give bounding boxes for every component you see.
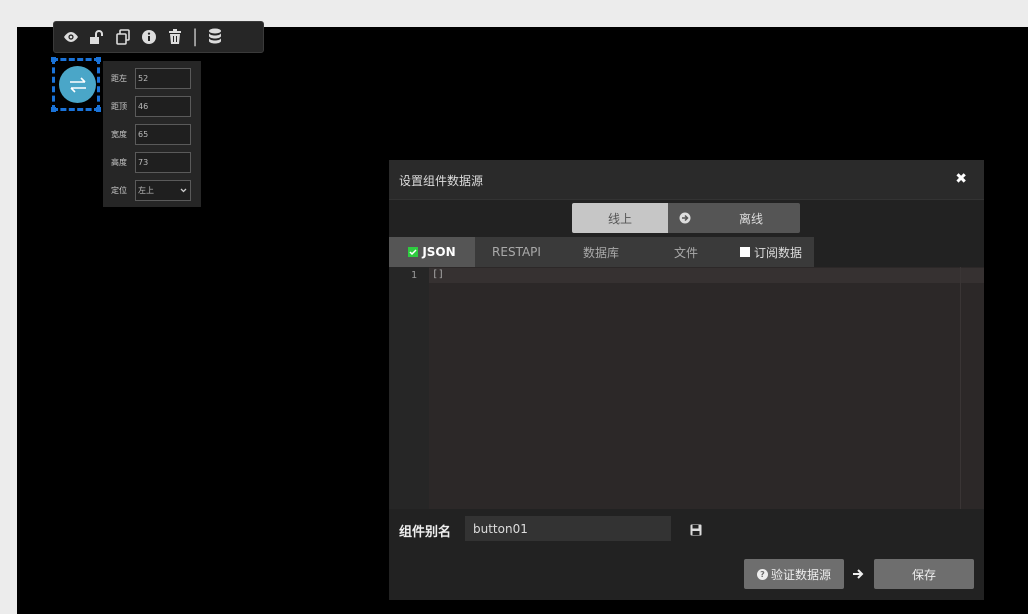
alias-input[interactable]: button01 xyxy=(465,516,671,541)
arrow-right-icon xyxy=(852,565,864,584)
editor-content[interactable]: [] xyxy=(432,269,444,280)
datasource-tabs: JSON RESTAPI 数据库 文件 订阅数据 xyxy=(389,237,814,267)
database-icon[interactable] xyxy=(204,26,226,48)
height-input[interactable]: 73 xyxy=(135,152,191,173)
left-label: 距左 xyxy=(111,74,127,83)
question-circle-icon: ? xyxy=(756,568,768,580)
top-input[interactable]: 46 xyxy=(135,96,191,117)
tab-restapi[interactable]: RESTAPI xyxy=(475,237,558,267)
chevron-down-icon xyxy=(180,188,187,193)
save-button[interactable]: 保存 xyxy=(874,559,974,589)
active-line-highlight xyxy=(429,268,984,283)
dialog-title: 设置组件数据源 xyxy=(399,174,484,188)
line-number: 1 xyxy=(410,270,417,281)
tab-file[interactable]: 文件 xyxy=(644,237,728,267)
alias-label: 组件别名 xyxy=(399,525,452,540)
editor-margin-rule xyxy=(960,267,961,509)
datasource-dialog: 设置组件数据源 ✖ 线上 离线 JSON RESTAPI 数据库 文件 订阅数据… xyxy=(389,160,984,600)
top-label: 距顶 xyxy=(111,102,127,111)
info-icon[interactable] xyxy=(138,26,160,48)
resize-handle[interactable] xyxy=(51,107,56,112)
height-label: 高度 xyxy=(111,158,127,167)
component-toolbar: | xyxy=(53,21,264,53)
unlock-icon[interactable] xyxy=(86,26,108,48)
floppy-disk-icon[interactable] xyxy=(690,521,702,540)
close-icon[interactable]: ✖ xyxy=(955,171,967,187)
resize-handle[interactable] xyxy=(51,57,56,62)
editor-gutter: 1 xyxy=(389,267,429,509)
anchor-value: 左上 xyxy=(138,186,154,195)
position-panel: 距左 52 距顶 46 宽度 65 高度 73 定位 左上 xyxy=(103,61,201,207)
save-label: 保存 xyxy=(911,567,936,582)
trash-icon[interactable] xyxy=(164,26,186,48)
verify-datasource-button[interactable]: ? 验证数据源 xyxy=(744,559,844,589)
resize-handle[interactable] xyxy=(96,107,101,112)
json-editor[interactable]: 1 [] xyxy=(389,267,984,509)
resize-handle[interactable] xyxy=(96,57,101,62)
arrow-circle-right-icon[interactable] xyxy=(668,203,702,233)
mode-offline-button[interactable]: 离线 xyxy=(702,203,800,233)
width-label: 宽度 xyxy=(111,130,127,139)
tab-json[interactable]: JSON xyxy=(389,237,475,267)
tab-label: 订阅数据 xyxy=(753,245,802,260)
tab-label: 数据库 xyxy=(582,245,619,260)
eye-icon[interactable] xyxy=(60,26,82,48)
dialog-header: 设置组件数据源 ✖ xyxy=(389,160,984,200)
anchor-label: 定位 xyxy=(111,186,127,195)
swap-arrows-icon xyxy=(59,66,96,103)
checkbox-unchecked-icon[interactable] xyxy=(739,247,750,257)
mode-online-button[interactable]: 线上 xyxy=(572,203,668,233)
tab-label: JSON xyxy=(422,245,456,259)
checkbox-checked-icon[interactable] xyxy=(408,247,419,257)
tab-label: RESTAPI xyxy=(492,245,541,259)
mode-switch: 线上 离线 xyxy=(572,203,800,233)
tab-subscribe[interactable]: 订阅数据 xyxy=(728,237,814,267)
anchor-select[interactable]: 左上 xyxy=(135,180,191,201)
tab-database[interactable]: 数据库 xyxy=(558,237,644,267)
left-input[interactable]: 52 xyxy=(135,68,191,89)
verify-label: 验证数据源 xyxy=(770,567,831,582)
tab-label: 文件 xyxy=(673,245,698,260)
selected-button-widget[interactable] xyxy=(51,57,101,112)
toolbar-separator: | xyxy=(192,26,199,47)
copy-icon[interactable] xyxy=(112,26,134,48)
width-input[interactable]: 65 xyxy=(135,124,191,145)
